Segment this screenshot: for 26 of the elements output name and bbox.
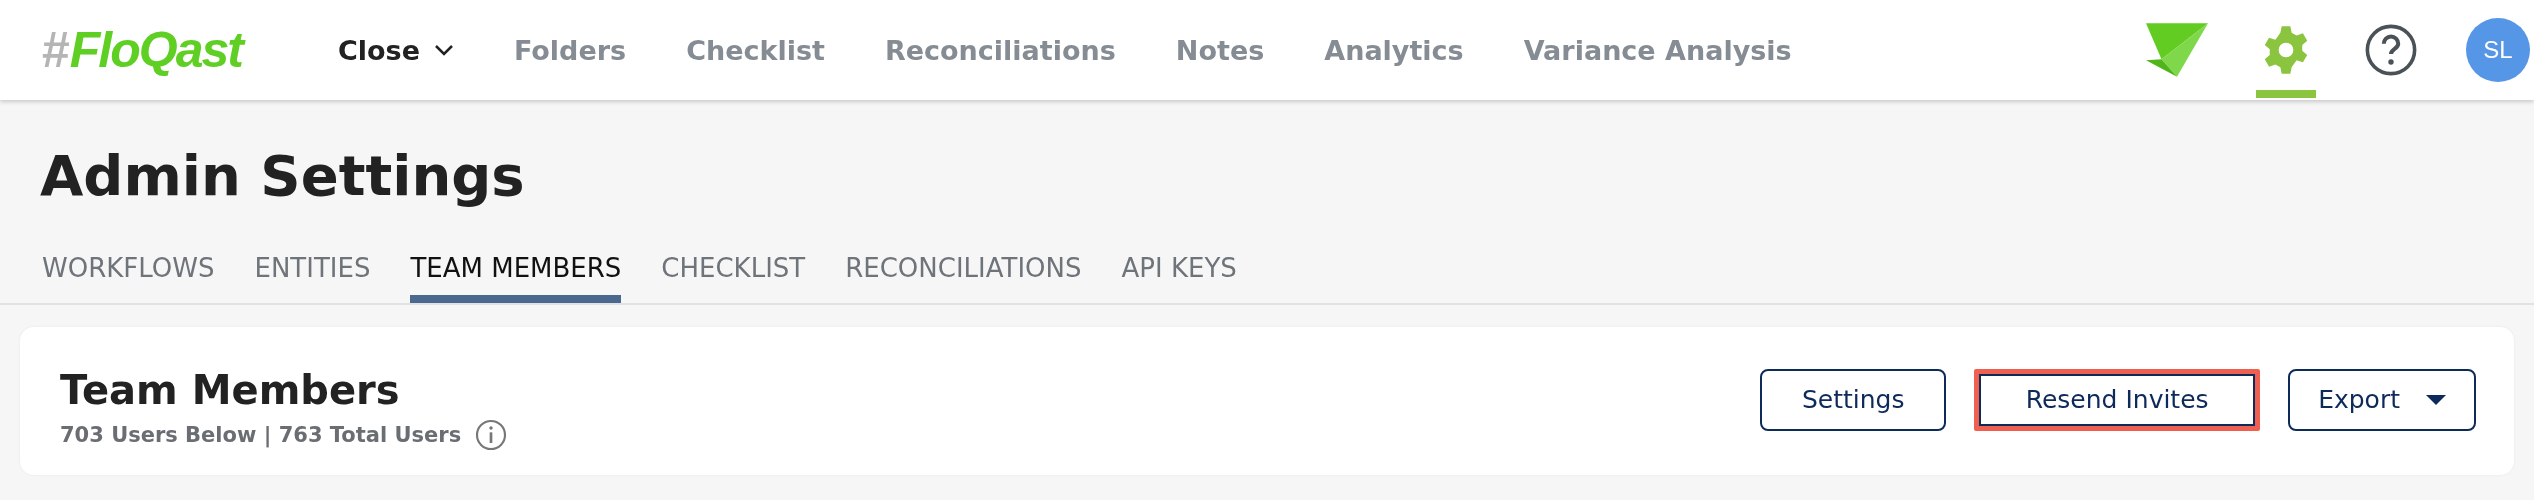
caret-icon: [2426, 394, 2446, 405]
nav-link[interactable]: Checklist: [686, 34, 825, 66]
info-icon[interactable]: [475, 418, 508, 451]
page-title: Admin Settings: [40, 142, 526, 210]
nav-link[interactable]: Reconciliations: [884, 34, 1116, 66]
nav-link[interactable]: Variance Analysis: [1523, 34, 1792, 66]
action-button[interactable]: Settings: [1760, 368, 1947, 431]
triangle-logo-icon[interactable]: [2146, 23, 2208, 77]
tab[interactable]: CHECKLIST: [661, 252, 806, 303]
tab[interactable]: WORKFLOWS: [42, 252, 215, 303]
tab[interactable]: ENTITIES: [254, 252, 371, 303]
nav-link[interactable]: Close: [337, 34, 454, 66]
action-button[interactable]: Export: [2288, 368, 2476, 431]
card-title: Team Members: [60, 366, 401, 413]
user-avatar[interactable]: SL: [2466, 18, 2530, 82]
tab[interactable]: RECONCILIATIONS: [845, 252, 1082, 303]
action-button[interactable]: Resend Invites: [1974, 368, 2261, 431]
help-icon[interactable]: [2364, 23, 2418, 77]
tab[interactable]: TEAM MEMBERS: [410, 252, 622, 303]
nav-link[interactable]: Analytics: [1324, 34, 1464, 66]
tab[interactable]: API KEYS: [1121, 252, 1237, 303]
user-count: 703 Users Below | 763 Total Users: [60, 422, 462, 447]
nav-link[interactable]: Notes: [1175, 34, 1265, 66]
chevron-down-icon: [433, 44, 454, 56]
active-indicator: [2256, 90, 2316, 98]
nav-link[interactable]: Folders: [513, 34, 627, 66]
